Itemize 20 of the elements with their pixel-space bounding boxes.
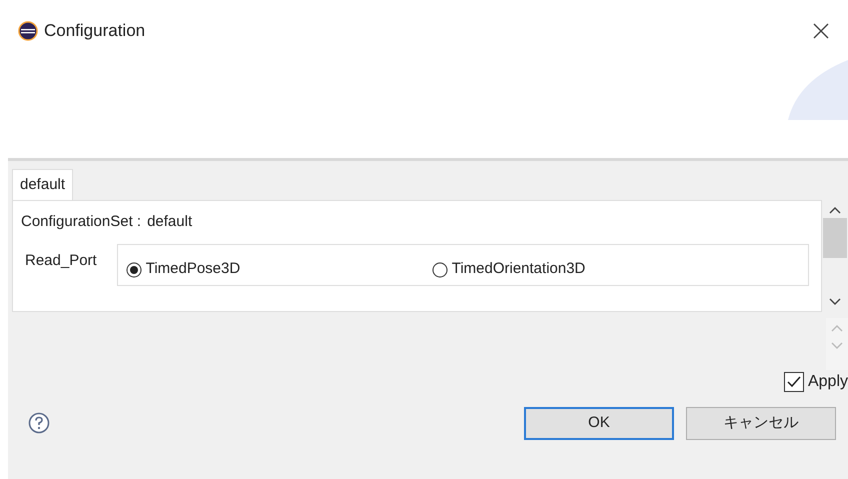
banner-graphic	[788, 60, 848, 120]
configuration-set-label: ConfigurationSet :	[21, 212, 142, 232]
apply-checkbox[interactable]	[784, 372, 804, 392]
configuration-set-value: default	[147, 212, 192, 232]
radio-option[interactable]: TimedOrientation3D	[432, 248, 738, 281]
help-icon[interactable]	[28, 412, 50, 434]
scroll-up-icon[interactable]	[829, 206, 841, 214]
cancel-button[interactable]: キャンセル	[686, 406, 836, 440]
close-icon[interactable]	[812, 22, 830, 40]
parameter-label: Read_Port	[25, 250, 97, 270]
radio-button[interactable]	[432, 262, 448, 278]
tab[interactable]: default	[12, 169, 74, 200]
radio-option[interactable]: TimedPose3D	[126, 248, 432, 281]
scrollbar-thumb[interactable]	[823, 218, 847, 258]
radio-button[interactable]	[126, 262, 142, 278]
scroll-down-icon[interactable]	[829, 298, 841, 306]
apply-label: Apply	[808, 372, 848, 392]
app-logo-icon	[18, 21, 38, 41]
window-title: Configuration	[44, 20, 146, 42]
ok-button[interactable]: OK	[524, 406, 674, 440]
